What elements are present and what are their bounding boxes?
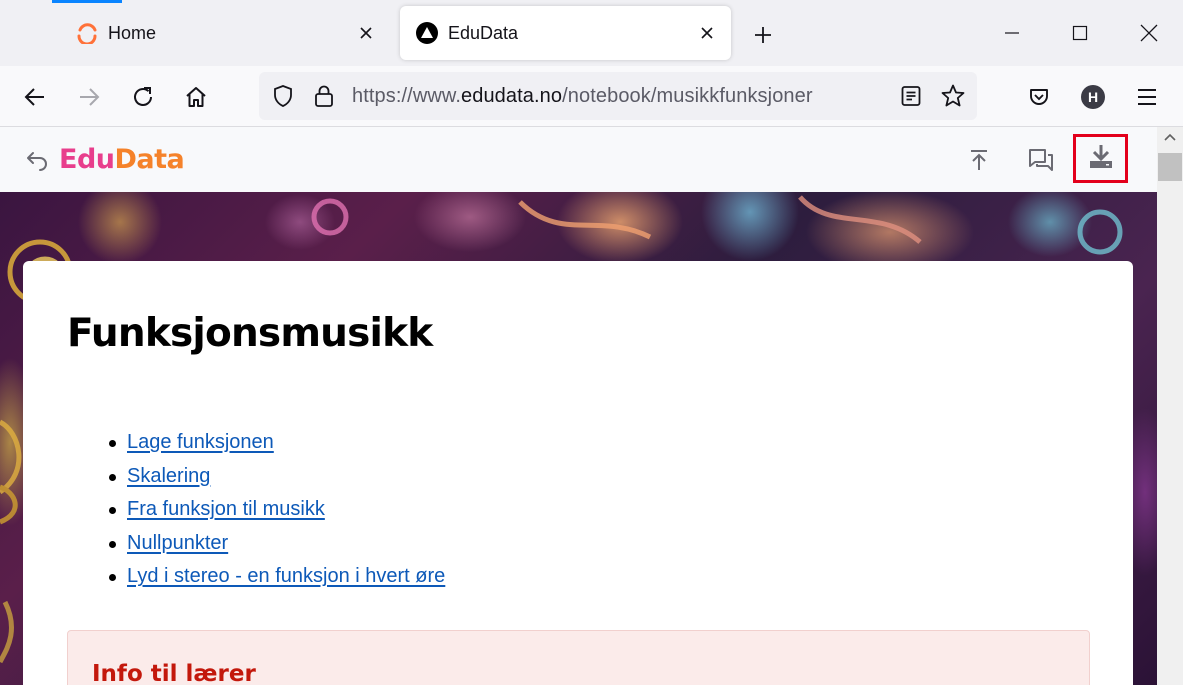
logo-edu: Edu: [59, 144, 115, 175]
toc-link[interactable]: Lyd i stereo - en funksjon i hvert øre: [127, 565, 445, 587]
toc-item: Lage funksjonen: [108, 431, 445, 465]
url-path: /notebook/musikkfunksjoner: [562, 85, 813, 107]
url-host: edudata.no: [461, 85, 563, 107]
tab-indicator: [52, 0, 122, 3]
url-text[interactable]: https://www.edudata.no/notebook/musikkfu…: [352, 85, 813, 108]
toc-link[interactable]: Nullpunkter: [127, 532, 228, 554]
page-scrollbar[interactable]: [1157, 127, 1183, 685]
tab-title: EduData: [448, 22, 519, 43]
close-tab-icon[interactable]: [354, 21, 378, 45]
scroll-thumb[interactable]: [1158, 153, 1182, 181]
download-button[interactable]: [1073, 134, 1128, 183]
scroll-up-arrow-icon[interactable]: [1157, 127, 1183, 147]
site-header: EduData: [0, 127, 1157, 192]
close-tab-icon[interactable]: [695, 21, 719, 45]
edudata-triangle-icon: [416, 22, 438, 44]
reader-view-icon[interactable]: [900, 84, 922, 113]
tab-strip: Home EduData: [0, 0, 1183, 66]
new-tab-button[interactable]: [748, 20, 778, 50]
navigation-toolbar: https://www.edudata.no/notebook/musikkfu…: [0, 66, 1183, 127]
hamburger-menu-icon[interactable]: [1131, 81, 1163, 113]
profile-initial: H: [1088, 89, 1098, 105]
lock-icon[interactable]: [313, 84, 335, 113]
url-prefix: https://www.: [352, 85, 462, 107]
toc-item: Fra funksjon til musikk: [108, 498, 445, 532]
pocket-icon[interactable]: [1023, 81, 1055, 113]
notebook-content-card: Funksjonsmusikk Lage funksjonen Skalerin…: [23, 261, 1133, 685]
profile-avatar[interactable]: H: [1077, 81, 1109, 113]
bookmark-star-icon[interactable]: [940, 83, 966, 114]
edudata-logo[interactable]: EduData: [59, 144, 185, 175]
close-window-button[interactable]: [1134, 18, 1164, 48]
tab-title: Home: [108, 22, 157, 43]
back-button[interactable]: [19, 81, 51, 113]
scroll-to-top-button[interactable]: [962, 143, 996, 177]
tab-edudata[interactable]: EduData: [400, 6, 731, 60]
toc-link[interactable]: Skalering: [127, 465, 210, 487]
toc-item: Lyd i stereo - en funksjon i hvert øre: [108, 565, 445, 599]
download-icon: [1087, 142, 1115, 175]
page-title: Funksjonsmusikk: [67, 311, 433, 356]
reload-button[interactable]: [127, 81, 159, 113]
back-arrow-icon[interactable]: [25, 148, 49, 177]
logo-data: Data: [114, 144, 185, 175]
toc-link[interactable]: Fra funksjon til musikk: [127, 498, 325, 520]
minimize-button[interactable]: [997, 18, 1027, 48]
tab-home[interactable]: Home: [60, 6, 390, 60]
url-bar[interactable]: https://www.edudata.no/notebook/musikkfu…: [259, 72, 977, 120]
info-box-title: Info til lærer: [92, 661, 256, 685]
table-of-contents: Lage funksjonen Skalering Fra funksjon t…: [108, 431, 445, 599]
shield-icon[interactable]: [271, 84, 295, 113]
home-button[interactable]: [180, 81, 212, 113]
forward-button[interactable]: [73, 81, 105, 113]
maximize-button[interactable]: [1065, 18, 1095, 48]
toc-link[interactable]: Lage funksjonen: [127, 431, 274, 453]
toc-item: Nullpunkter: [108, 532, 445, 566]
teacher-info-box: Info til lærer: [67, 630, 1090, 685]
comments-button[interactable]: [1024, 143, 1058, 177]
firefox-ring-icon: [76, 22, 98, 44]
toc-item: Skalering: [108, 465, 445, 499]
